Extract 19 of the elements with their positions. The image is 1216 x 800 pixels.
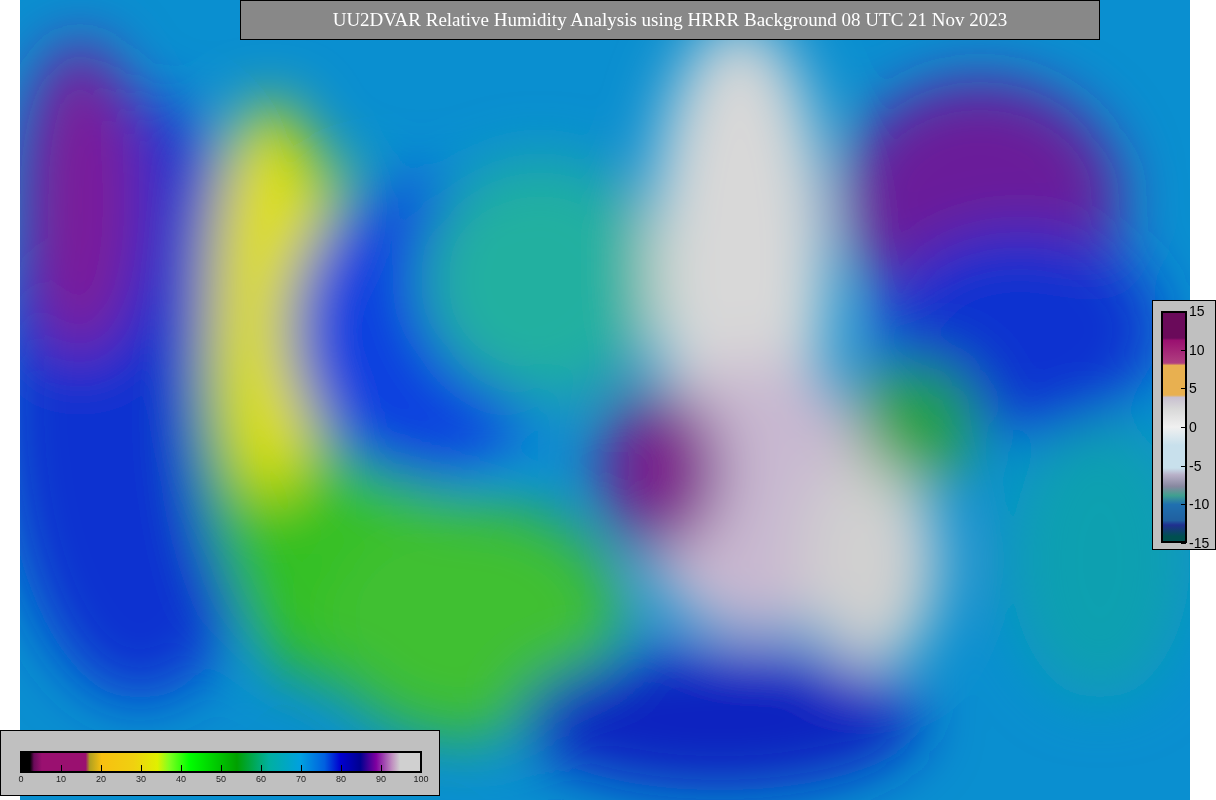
colorbar-tick-label: 5	[1189, 381, 1197, 396]
colorbar-tick-label: 0	[1189, 420, 1197, 434]
colorbar-tick-label: 70	[296, 773, 306, 786]
map-title: UU2DVAR Relative Humidity Analysis using HRRR Background 08 UTC 21 Nov 2023	[240, 0, 1100, 40]
colorbar-tick-label: -10	[1189, 497, 1210, 512]
colorbar-tick-label: 90	[376, 773, 386, 786]
colorbar-tick-label: 60	[256, 773, 266, 786]
colorbar-tick-label: 0	[18, 773, 24, 786]
colorbar-tick-label: -15	[1189, 536, 1210, 550]
colorbar-tick-label: 30	[136, 773, 146, 786]
colorbar-tick-label: 100	[413, 773, 429, 786]
colorbar-tick-label: 80	[336, 773, 346, 786]
colorbar-tick-label: -5	[1189, 458, 1202, 473]
colorbar-tick-label: 10	[56, 773, 66, 786]
colorbar-tick-label: 50	[216, 773, 226, 786]
colorbar-tick-label: 15	[1189, 304, 1205, 318]
colorbar-tick-label: 10	[1189, 342, 1205, 357]
colorbar-tick-label: 40	[176, 773, 186, 786]
colorbar-tick-label: 20	[96, 773, 106, 786]
